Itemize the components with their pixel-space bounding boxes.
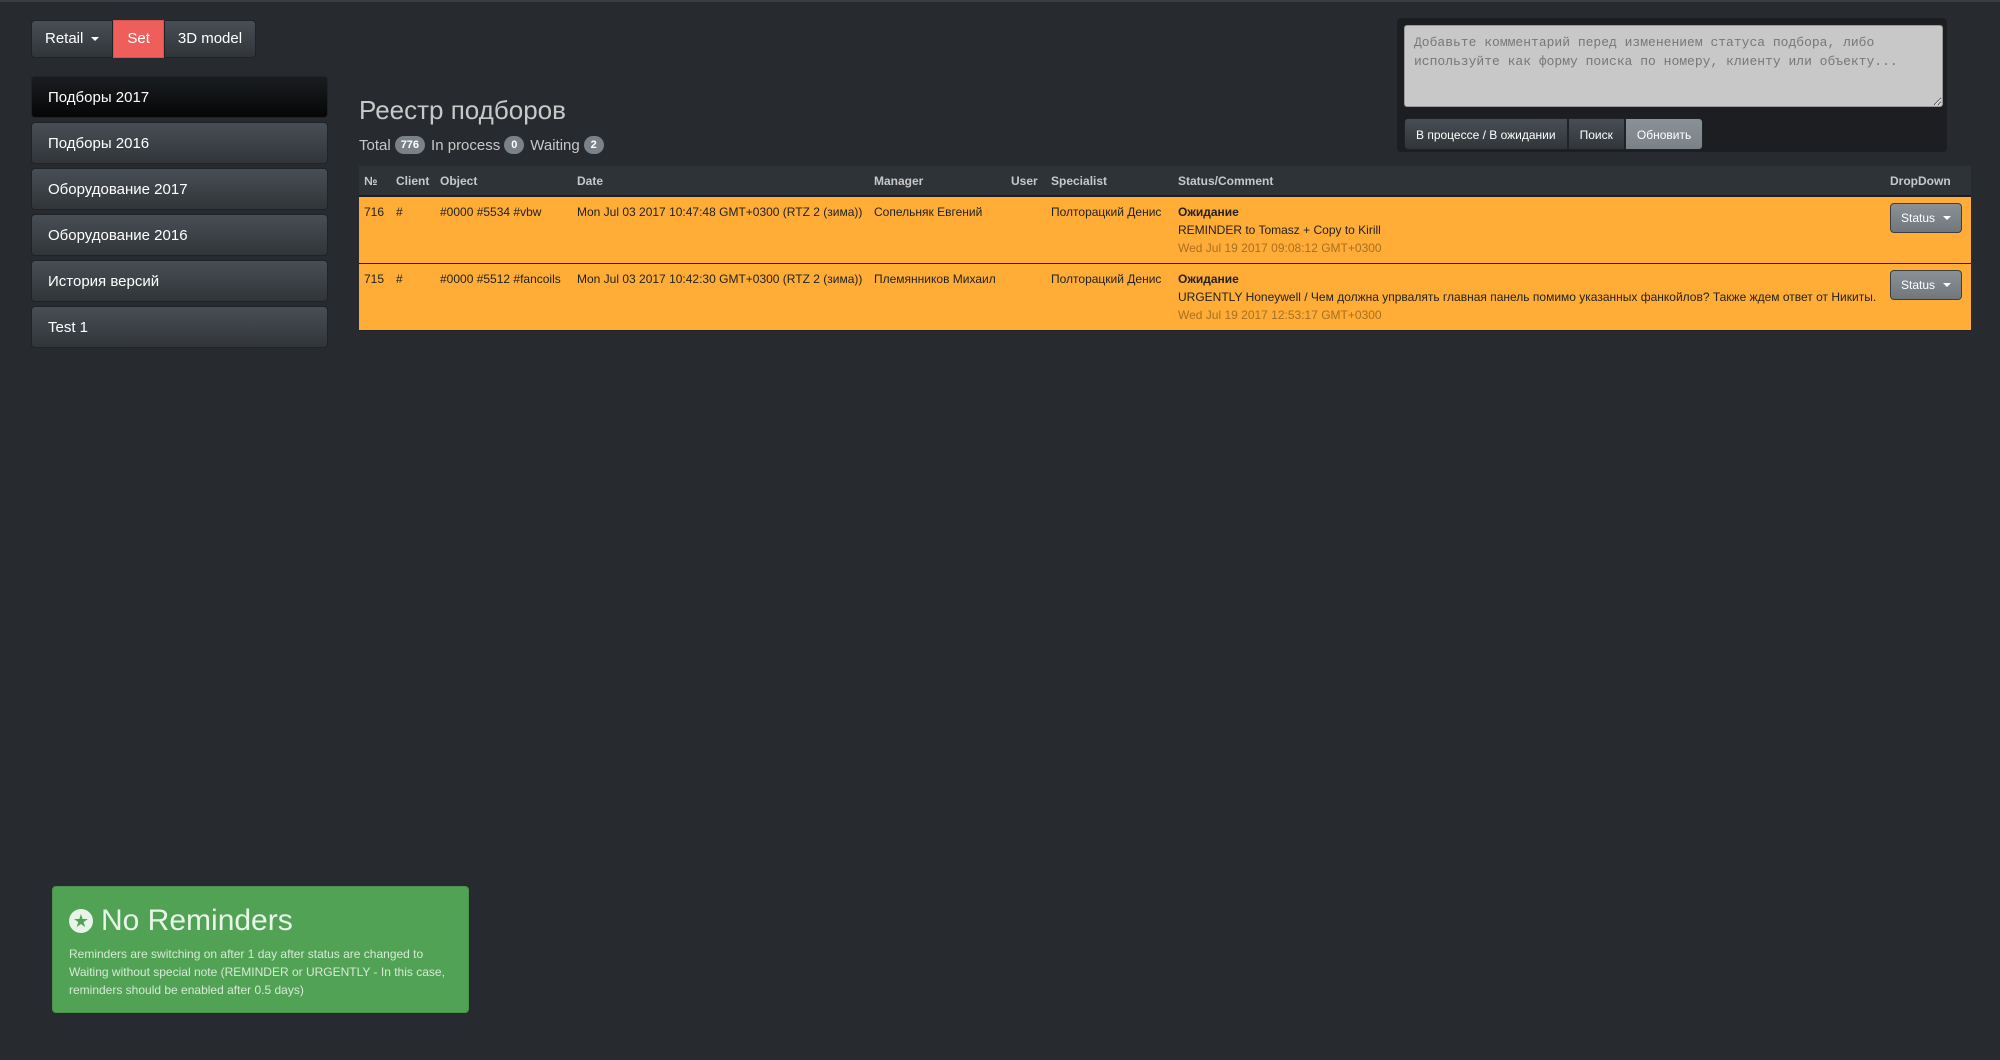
caret-down-icon <box>91 37 100 41</box>
cell-specialist: Полторацкий Денис <box>1046 263 1173 331</box>
retail-label: Retail <box>45 30 84 47</box>
cell-manager: Племянников Михаил <box>869 263 1006 331</box>
reminders-title: No Reminders <box>101 904 293 937</box>
star-circle-icon: ★ <box>69 909 93 933</box>
sidebar-item-podbory-2016[interactable]: Подборы 2016 <box>31 122 328 164</box>
cell-specialist: Полторацкий Денис <box>1046 196 1173 264</box>
cell-number: 715 <box>359 263 391 331</box>
table-row[interactable]: 716 # #0000 #5534 #vbw Mon Jul 03 2017 1… <box>359 196 1971 264</box>
in-process-label: In process <box>431 136 501 154</box>
search-button[interactable]: Поиск <box>1567 118 1625 150</box>
comment-search-textarea[interactable] <box>1404 25 1943 107</box>
sidebar-item-podbory-2017[interactable]: Подборы 2017 <box>31 76 328 118</box>
cell-dropdown: Status <box>1885 263 1971 331</box>
cell-client[interactable]: # <box>391 263 435 331</box>
cell-status-comment: Ожидание REMINDER to Tomasz + Copy to Ki… <box>1173 196 1885 264</box>
col-header-status-comment[interactable]: Status/Comment <box>1173 166 1885 197</box>
in-process-waiting-button[interactable]: В процессе / В ожидании <box>1404 118 1568 150</box>
col-header-dropdown: DropDown <box>1885 166 1971 197</box>
cell-dropdown: Status <box>1885 196 1971 264</box>
status-comment: REMINDER to Tomasz + Copy to Kirill <box>1178 223 1381 237</box>
col-header-user[interactable]: User <box>1006 166 1046 197</box>
cell-manager: Сопельняк Евгений <box>869 196 1006 264</box>
status-dropdown-label: Status <box>1901 211 1936 225</box>
cell-client[interactable]: # <box>391 196 435 264</box>
reminders-text: Reminders are switching on after 1 day a… <box>69 947 445 997</box>
reminders-alert: ★ No Reminders Reminders are switching o… <box>52 886 469 1013</box>
refresh-button[interactable]: Обновить <box>1624 118 1704 150</box>
registry-table: № Client Object Date Manager User Specia… <box>359 166 1971 331</box>
col-header-date[interactable]: Date <box>572 166 869 197</box>
cell-object: #0000 #5534 #vbw <box>435 196 572 264</box>
table-row[interactable]: 715 # #0000 #5512 #fancoils Mon Jul 03 2… <box>359 263 1971 331</box>
waiting-label: Waiting <box>530 136 580 154</box>
cell-date: Mon Jul 03 2017 10:47:48 GMT+0300 (RTZ 2… <box>572 196 869 264</box>
caret-down-icon <box>1943 283 1952 287</box>
total-label: Total <box>359 136 391 154</box>
sidebar-item-equipment-2016[interactable]: Оборудование 2016 <box>31 214 328 256</box>
col-header-object[interactable]: Object <box>435 166 572 197</box>
sidebar-item-equipment-2017[interactable]: Оборудование 2017 <box>31 168 328 210</box>
cell-number: 716 <box>359 196 391 264</box>
sidebar: Подборы 2017 Подборы 2016 Оборудование 2… <box>31 76 328 352</box>
sidebar-item-test-1[interactable]: Test 1 <box>31 306 328 348</box>
status-dropdown-button[interactable]: Status <box>1890 203 1963 233</box>
cell-object: #0000 #5512 #fancoils <box>435 263 572 331</box>
status-date: Wed Jul 19 2017 12:53:17 GMT+0300 <box>1178 308 1382 322</box>
search-panel: В процессе / В ожидании Поиск Обновить <box>1397 18 1947 152</box>
status-dropdown-label: Status <box>1901 278 1936 292</box>
top-toolbar: Retail Set 3D model <box>31 20 257 58</box>
col-header-manager[interactable]: Manager <box>869 166 1006 197</box>
status-comment: URGENTLY Honeywell / Чем должна упрвалят… <box>1178 290 1877 304</box>
cell-status-comment: Ожидание URGENTLY Honeywell / Чем должна… <box>1173 263 1885 331</box>
in-process-badge: 0 <box>504 136 525 154</box>
set-button[interactable]: Set <box>113 20 164 58</box>
3d-model-button[interactable]: 3D model <box>163 20 257 58</box>
cell-user <box>1006 196 1046 264</box>
cell-date: Mon Jul 03 2017 10:42:30 GMT+0300 (RTZ 2… <box>572 263 869 331</box>
status-title: Ожидание <box>1178 272 1239 286</box>
col-header-client[interactable]: Client <box>391 166 435 197</box>
waiting-badge: 2 <box>583 136 604 154</box>
status-title: Ожидание <box>1178 205 1239 219</box>
col-header-specialist[interactable]: Specialist <box>1046 166 1173 197</box>
retail-dropdown-button[interactable]: Retail <box>31 20 114 58</box>
sidebar-item-version-history[interactable]: История версий <box>31 260 328 302</box>
status-date: Wed Jul 19 2017 09:08:12 GMT+0300 <box>1178 241 1382 255</box>
status-dropdown-button[interactable]: Status <box>1890 270 1963 300</box>
caret-down-icon <box>1943 216 1952 220</box>
table-header-row: № Client Object Date Manager User Specia… <box>359 166 1971 197</box>
cell-user <box>1006 263 1046 331</box>
total-badge: 776 <box>394 136 426 154</box>
panel-button-group: В процессе / В ожидании Поиск Обновить <box>1404 118 1940 150</box>
col-header-number[interactable]: № <box>359 166 391 197</box>
reminders-heading: ★ No Reminders <box>69 903 452 939</box>
